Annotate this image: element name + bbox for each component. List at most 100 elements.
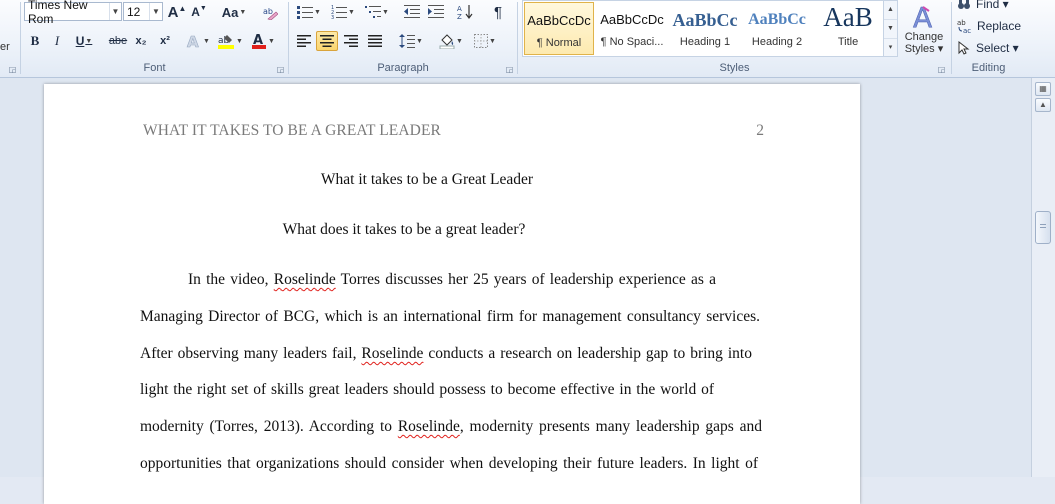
text-run: conducts a research on leadership gap to… xyxy=(423,345,752,362)
shrink-font-button[interactable]: A ▼ xyxy=(189,2,209,22)
change-styles-icon: A xyxy=(913,1,933,31)
misspelled-word[interactable]: Roselinde xyxy=(361,345,423,362)
numbering-button[interactable]: 1 2 3 ▼ xyxy=(329,2,357,22)
misspelled-word[interactable]: Roselinde xyxy=(274,271,336,288)
align-left-button[interactable] xyxy=(293,31,315,51)
chevron-down-icon[interactable]: ▼ xyxy=(149,3,162,20)
change-styles-label-1: Change xyxy=(904,31,944,43)
multilevel-list-button[interactable]: ▼ xyxy=(363,2,391,22)
style-heading-1[interactable]: AaBbCc Heading 1 xyxy=(670,2,740,55)
bullets-button[interactable]: ▼ xyxy=(295,2,323,22)
superscript-button[interactable]: x² xyxy=(155,31,175,51)
style-sample: AaBbCcDc xyxy=(527,13,591,28)
editing-group-label: Editing xyxy=(971,62,1006,74)
page-number[interactable]: 2 xyxy=(756,122,764,140)
paragraph-dialog-launcher-icon[interactable]: ◲ xyxy=(505,65,514,74)
document-subtitle[interactable]: What does it takes to be a great leader? xyxy=(0,221,860,239)
style-name: ¶ Normal xyxy=(536,37,582,49)
align-center-icon xyxy=(320,35,334,47)
italic-button[interactable]: I xyxy=(47,31,67,51)
font-size-combo[interactable]: 12 ▼ xyxy=(123,2,163,21)
text-run: light the right set of skills great lead… xyxy=(140,381,714,398)
font-group: Times New Rom ▼ 12 ▼ A ▲ A ▼ Aa ▼ ab B I U ▼… xyxy=(21,0,288,77)
styles-gallery-scroller: ▲ ▼ ▾ xyxy=(884,0,898,57)
change-case-button[interactable]: Aa ▼ xyxy=(220,2,248,22)
text-effects-button[interactable]: A ▼ xyxy=(185,31,211,51)
text-run: Managing Director of BCG, which is an in… xyxy=(140,308,760,325)
clipboard-launcher-icon[interactable]: ◲ xyxy=(8,65,17,74)
body-line[interactable]: modernity (Torres, 2013). According to R… xyxy=(140,418,762,436)
binoculars-icon xyxy=(958,0,970,9)
align-right-button[interactable] xyxy=(340,31,362,51)
scrollbar-thumb[interactable] xyxy=(1035,211,1051,244)
sort-button[interactable]: AZ xyxy=(455,2,477,22)
document-page[interactable]: WHAT IT TAKES TO BE A GREAT LEADER 2 Wha… xyxy=(44,84,860,504)
shading-button[interactable]: ▼ xyxy=(437,31,465,51)
vertical-scrollbar[interactable]: ▦ ▲ xyxy=(1031,78,1055,477)
justify-button[interactable] xyxy=(364,31,386,51)
align-left-icon xyxy=(297,35,311,47)
decrease-indent-button[interactable] xyxy=(401,2,423,22)
scroll-up-icon[interactable]: ▲ xyxy=(1035,98,1051,112)
style-title[interactable]: AaB Title xyxy=(814,2,882,55)
paint-bucket-icon xyxy=(439,34,455,49)
style-normal[interactable]: AaBbCcDc ¶ Normal xyxy=(524,2,594,55)
format-painter-partial-label[interactable]: er xyxy=(0,41,10,53)
replace-icon: abac xyxy=(957,19,971,34)
gallery-scroll-up-icon[interactable]: ▲ xyxy=(884,1,897,20)
style-name: ¶ No Spaci... xyxy=(600,36,664,48)
running-head[interactable]: WHAT IT TAKES TO BE A GREAT LEADER xyxy=(143,122,441,140)
svg-text:ab: ab xyxy=(263,7,273,16)
line-spacing-button[interactable]: ▼ xyxy=(397,31,425,51)
font-dialog-launcher-icon[interactable]: ◲ xyxy=(276,65,285,74)
align-center-button[interactable] xyxy=(316,31,338,51)
replace-button[interactable]: ab ac Replace xyxy=(956,16,1022,36)
text-highlight-button[interactable]: ab ▼ xyxy=(216,31,244,51)
bullet-list-icon xyxy=(297,6,314,19)
body-line[interactable]: Managing Director of BCG, which is an in… xyxy=(140,308,760,326)
body-line[interactable]: opportunities that organizations should … xyxy=(140,455,758,473)
superscript-icon: x² xyxy=(160,35,170,47)
body-line[interactable]: In the video, Roselinde Torres discusses… xyxy=(188,271,716,289)
show-hide-marks-button[interactable]: ¶ xyxy=(487,2,509,22)
decrease-indent-icon xyxy=(404,5,420,18)
styles-dialog-launcher-icon[interactable]: ◲ xyxy=(937,65,946,74)
bold-button[interactable]: B xyxy=(25,31,45,51)
strikethrough-button[interactable]: abe xyxy=(107,31,129,51)
view-ruler-toggle-icon[interactable]: ▦ xyxy=(1035,82,1051,96)
body-line[interactable]: light the right set of skills great lead… xyxy=(140,381,714,399)
svg-text:3: 3 xyxy=(331,15,334,19)
select-button[interactable]: Select ▾ xyxy=(956,38,1022,58)
replace-label: Replace xyxy=(976,19,1021,33)
justify-icon xyxy=(368,35,382,47)
document-title[interactable]: What it takes to be a Great Leader xyxy=(0,171,860,189)
clipboard-group: er ◲ xyxy=(0,0,20,77)
font-name-combo[interactable]: Times New Rom ▼ xyxy=(24,0,122,26)
underline-button[interactable]: U ▼ xyxy=(71,31,97,51)
subscript-button[interactable]: x₂ xyxy=(131,31,151,51)
chevron-down-icon[interactable]: ▼ xyxy=(108,3,121,20)
change-styles-button[interactable]: A Change Styles ▾ xyxy=(900,0,948,60)
svg-text:A: A xyxy=(187,33,199,49)
body-line[interactable]: After observing many leaders fail, Rosel… xyxy=(140,345,752,363)
clear-formatting-button[interactable]: ab xyxy=(260,2,280,22)
text-effects-icon: A xyxy=(187,33,200,49)
misspelled-word[interactable]: Roselinde xyxy=(398,418,460,435)
gallery-scroll-down-icon[interactable]: ▼ xyxy=(884,20,897,39)
italic-icon: I xyxy=(54,33,60,48)
font-color-button[interactable]: A ▼ xyxy=(250,31,276,51)
numbered-list-icon: 123 xyxy=(331,5,348,19)
style-sample: AaBbCcDc xyxy=(600,12,664,27)
font-group-label: Font xyxy=(143,62,166,74)
style-sample: AaBbCc xyxy=(672,10,738,30)
style-name: Title xyxy=(837,36,859,48)
underline-icon: U xyxy=(75,34,85,48)
increase-indent-button[interactable] xyxy=(425,2,447,22)
find-button[interactable]: Find ▾ xyxy=(956,0,1022,14)
style-no-spacing[interactable]: AaBbCcDc ¶ No Spaci... xyxy=(596,2,668,55)
select-label: Select ▾ xyxy=(976,41,1019,55)
gallery-more-icon[interactable]: ▾ xyxy=(884,39,897,57)
grow-font-button[interactable]: A ▲ xyxy=(167,2,187,22)
borders-button[interactable]: ▼ xyxy=(471,31,499,51)
style-heading-2[interactable]: AaBbCc Heading 2 xyxy=(742,2,812,55)
